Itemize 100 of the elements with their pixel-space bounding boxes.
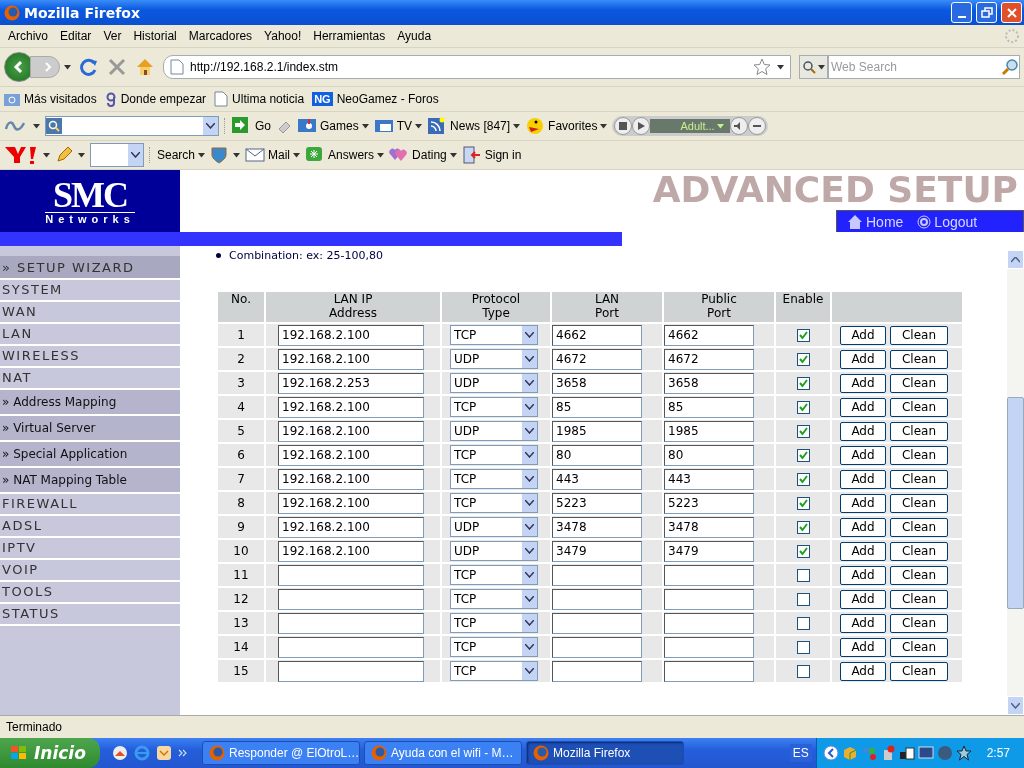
sidebar-item[interactable]: WAN [0,302,180,324]
sidebar-item[interactable]: TOOLS [0,582,180,604]
protocol-dropdown[interactable]: TCP [450,589,538,609]
protocol-dropdown[interactable]: TCP [450,661,538,681]
caret-icon[interactable] [525,380,534,386]
caret-icon[interactable] [131,152,140,158]
toolbar-button[interactable]: News [847] [427,117,521,135]
lan-port-field[interactable]: 85 [552,396,642,418]
public-port-field[interactable]: 443 [664,468,754,490]
clean-button[interactable]: Clean [890,661,948,681]
sidebar-item[interactable]: STATUS [0,604,180,626]
enable-checkbox[interactable] [796,617,810,630]
enable-checkbox[interactable] [796,473,810,486]
bookmark-link[interactable]: Más visitados [24,92,97,106]
add-button[interactable]: Add [840,397,886,417]
bookmark-link[interactable]: Ultima noticia [232,92,305,106]
ip-address-field[interactable]: 192.168.2.100 [278,348,424,370]
caret-icon[interactable] [449,152,457,158]
clean-button[interactable]: Clean [890,589,948,609]
caret-icon[interactable] [206,123,215,129]
public-port-field[interactable]: 85 [664,396,754,418]
ip-address-field[interactable] [278,588,424,610]
clean-button[interactable]: Clean [890,517,948,537]
add-button[interactable]: Add [840,445,886,465]
caret-icon[interactable] [233,152,241,158]
clean-button[interactable]: Clean [890,421,948,441]
yahoo-search-field[interactable] [90,143,144,167]
lan-port-field[interactable] [552,564,642,586]
lan-port-field[interactable]: 1985 [552,420,642,442]
toolbar-button[interactable]: Mail [245,146,301,164]
clean-button[interactable]: Clean [890,565,948,585]
protocol-dropdown[interactable]: UDP [450,541,538,561]
protocol-dropdown[interactable]: UDP [450,373,538,393]
enable-checkbox[interactable] [796,545,810,558]
public-port-field[interactable] [664,564,754,586]
public-port-field[interactable] [664,588,754,610]
bookmark-link[interactable]: NeoGamez - Foros [336,92,439,106]
add-button[interactable]: Add [840,493,886,513]
toolbar-button[interactable]: Sign in [461,146,522,164]
caret-icon[interactable] [525,404,534,410]
menu-item[interactable]: Editar [56,29,96,43]
menu-item[interactable]: Archivo [4,29,52,43]
search-icon[interactable] [1001,58,1019,76]
address-field[interactable]: http://192.168.2.1/index.stm [163,55,791,79]
star-outline-icon[interactable] [955,745,972,761]
lan-port-field[interactable] [552,612,642,634]
chevron-icon[interactable] [178,749,188,757]
scrollbar[interactable] [1007,250,1024,715]
enable-checkbox[interactable] [796,497,810,510]
enable-checkbox[interactable] [796,641,810,654]
header-link[interactable]: Logout [934,213,978,230]
public-port-field[interactable]: 3479 [664,540,754,562]
ip-address-field[interactable]: 192.168.2.100 [278,420,424,442]
sidebar-item[interactable]: » Virtual Server [0,416,180,442]
add-button[interactable]: Add [840,541,886,561]
y-logo-icon[interactable] [4,145,38,165]
caret-icon[interactable] [33,123,40,129]
public-port-field[interactable] [664,660,754,682]
caret-icon[interactable] [377,152,385,158]
ip-address-field[interactable] [278,636,424,658]
toolbar-search-field[interactable] [45,116,219,136]
toolbar-button[interactable]: Dating [389,146,457,164]
add-button[interactable]: Add [840,421,886,441]
lan-port-field[interactable] [552,660,642,682]
add-button[interactable]: Add [840,469,886,489]
caret-icon[interactable] [777,64,784,70]
enable-checkbox[interactable] [796,665,810,678]
monitor-icon[interactable] [917,745,934,761]
public-port-field[interactable]: 1985 [664,420,754,442]
lan-port-field[interactable]: 4672 [552,348,642,370]
expand-icon[interactable] [822,745,839,761]
caret-icon[interactable] [415,123,423,129]
lan-port-field[interactable]: 3478 [552,516,642,538]
ip-address-field[interactable]: 192.168.2.100 [278,444,424,466]
taskbar-button[interactable]: Responder @ ElOtroL… [202,741,360,765]
caret-icon[interactable] [78,152,85,158]
clean-button[interactable]: Clean [890,637,948,657]
public-port-field[interactable]: 80 [664,444,754,466]
header-link[interactable]: Home [866,213,904,230]
protocol-dropdown[interactable]: TCP [450,493,538,513]
caret-icon[interactable] [525,668,534,674]
ip-address-field[interactable] [278,612,424,634]
minimize-player-button[interactable] [747,117,766,135]
clean-button[interactable]: Clean [890,493,948,513]
protocol-dropdown[interactable]: UDP [450,421,538,441]
public-port-field[interactable]: 5223 [664,492,754,514]
add-button[interactable]: Add [840,373,886,393]
public-port-field[interactable]: 4662 [664,324,754,346]
ip-address-field[interactable]: 192.168.2.100 [278,468,424,490]
protocol-dropdown[interactable]: TCP [450,637,538,657]
public-port-field[interactable] [664,636,754,658]
media-icon[interactable] [112,745,128,761]
caret-icon[interactable] [600,123,608,129]
menu-item[interactable]: Historial [129,29,181,43]
enable-checkbox[interactable] [796,449,810,462]
caret-icon[interactable] [513,123,521,129]
pencil-icon[interactable] [55,146,73,164]
toolbar-button[interactable]: Answers [305,146,385,164]
caret-icon[interactable] [198,152,206,158]
enable-checkbox[interactable] [796,521,810,534]
